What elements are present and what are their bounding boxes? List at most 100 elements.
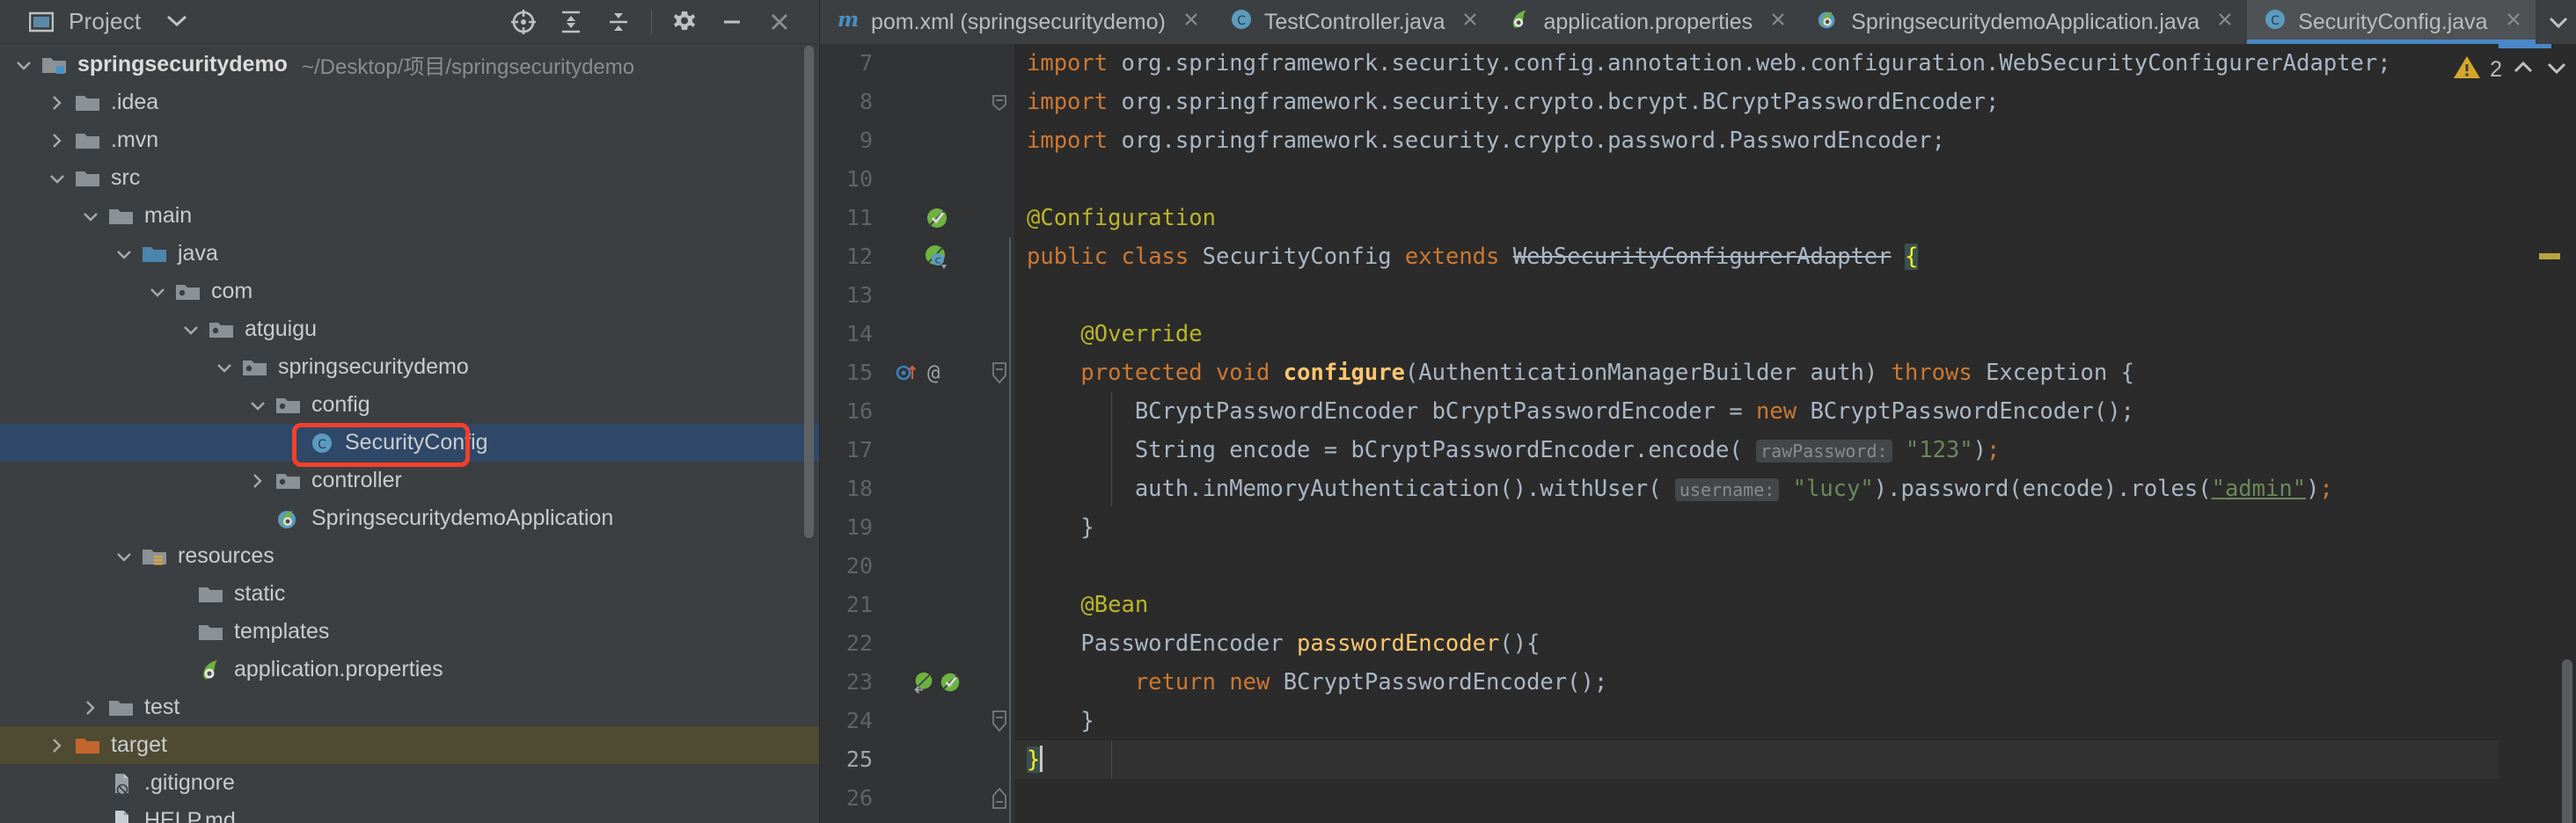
chevron-right-icon[interactable] <box>77 699 104 717</box>
close-icon[interactable] <box>1460 10 1480 35</box>
locate-icon[interactable] <box>500 0 547 44</box>
chevron-down-icon[interactable] <box>11 59 37 71</box>
tree-item-src[interactable]: src <box>0 159 819 197</box>
svg-text:C: C <box>318 438 326 452</box>
gear-icon[interactable] <box>661 0 708 44</box>
spring-config-class-icon[interactable]: C <box>890 237 983 276</box>
expand-all-icon[interactable] <box>547 0 595 44</box>
tab-springsecuritydemoapplication-java[interactable]: SpringsecuritydemoApplication.java <box>1800 0 2247 44</box>
tab-pom-xml[interactable]: m pom.xml (springsecuritydemo) <box>820 0 1213 44</box>
collapse-all-icon[interactable] <box>595 0 642 44</box>
tree-item-mvn[interactable]: .mvn <box>0 121 819 159</box>
tree-item-label: .idea <box>111 90 158 115</box>
tree-item-resources[interactable]: resources <box>0 537 819 575</box>
tree-item-application-properties[interactable]: application.properties <box>0 651 819 688</box>
code-folding-column[interactable] <box>983 44 1014 823</box>
java-class-icon: C <box>304 430 340 456</box>
chevron-down-icon[interactable] <box>178 324 204 336</box>
code-line-9: import org.springframework.security.cryp… <box>1014 121 2499 160</box>
chevron-down-icon[interactable] <box>211 361 238 374</box>
bean-gutter-icons[interactable] <box>890 663 983 702</box>
chevron-down-icon[interactable] <box>144 286 171 298</box>
tree-item-static[interactable]: static <box>0 575 819 613</box>
project-tool-window: Project <box>0 0 820 823</box>
tree-item-springsecuritydemo-package[interactable]: springsecuritydemo <box>0 348 819 386</box>
line-number-current: 25 <box>820 740 890 779</box>
tree-item-java[interactable]: java <box>0 235 819 273</box>
close-icon[interactable] <box>756 0 803 44</box>
code-line-14: @Override <box>1014 315 2499 353</box>
chevron-right-icon[interactable] <box>44 737 70 754</box>
fold-method-end-icon[interactable] <box>988 779 1011 818</box>
tree-item-springsecuritydemoapplication[interactable]: SpringsecuritydemoApplication <box>0 499 819 537</box>
chevron-right-icon[interactable] <box>245 472 271 490</box>
chevron-down-icon[interactable] <box>2544 59 2569 80</box>
close-icon[interactable] <box>2215 10 2235 35</box>
tree-item-main[interactable]: main <box>0 197 819 235</box>
class-scope-line <box>1009 237 1011 823</box>
warning-triangle-icon[interactable] <box>2453 55 2481 84</box>
tree-item-idea[interactable]: .idea <box>0 84 819 121</box>
tree-item-springsecuritydemo[interactable]: springsecuritydemo ~/Desktop/项目/springse… <box>0 46 819 84</box>
code-line-21: @Bean <box>1014 586 2499 624</box>
tab-label: SecurityConfig.java <box>2298 11 2487 33</box>
gutter-icon-column[interactable]: C @ <box>890 44 983 823</box>
project-scrollbar[interactable] <box>803 44 814 823</box>
chevron-down-icon[interactable] <box>2536 0 2576 44</box>
tree-item-target[interactable]: target <box>0 726 819 764</box>
tab-securityconfig-java[interactable]: C SecurityConfig.java <box>2247 0 2535 44</box>
inspection-marker-warning[interactable] <box>2539 253 2560 259</box>
line-number: 20 <box>820 547 890 586</box>
code-editor[interactable]: 7 8 9 10 11 12 13 14 15 16 17 18 19 20 2… <box>820 44 2576 823</box>
line-number-gutter: 7 8 9 10 11 12 13 14 15 16 17 18 19 20 2… <box>820 44 890 823</box>
inspection-status[interactable]: 2 <box>2499 55 2576 84</box>
close-icon[interactable] <box>2504 10 2523 35</box>
toolbar-divider <box>651 10 652 34</box>
editor-scrollbar-thumb[interactable] <box>2562 659 2572 823</box>
package-icon <box>238 356 273 379</box>
tab-application-properties[interactable]: application.properties <box>1492 0 1800 44</box>
chevron-down-icon[interactable] <box>111 550 137 563</box>
spring-properties-icon <box>194 657 229 683</box>
chevron-right-icon[interactable] <box>44 132 70 149</box>
chevron-up-icon[interactable] <box>2511 59 2536 80</box>
tree-item-templates[interactable]: templates <box>0 613 819 651</box>
chevron-down-icon[interactable] <box>44 172 70 185</box>
override-method-icon[interactable]: @ <box>890 353 983 392</box>
tab-label: pom.xml (springsecuritydemo) <box>871 11 1166 33</box>
spring-bean-checked-icon[interactable] <box>890 199 983 237</box>
spring-class-icon <box>1816 7 1841 38</box>
tree-item-com[interactable]: com <box>0 273 819 310</box>
tree-item-securityconfig[interactable]: C SecurityConfig <box>0 424 819 462</box>
tree-item-help-md[interactable]: MD HELP.md <box>0 802 819 823</box>
code-line-11: @Configuration <box>1014 199 2499 237</box>
tree-item-gitignore[interactable]: .gitignore <box>0 764 819 802</box>
chevron-down-icon[interactable] <box>111 248 137 260</box>
project-scrollbar-thumb[interactable] <box>804 46 814 538</box>
chevron-down-icon[interactable] <box>165 13 188 31</box>
tree-item-atguigu[interactable]: atguigu <box>0 310 819 348</box>
code-line-17: String encode = bCryptPasswordEncoder.en… <box>1014 431 2499 470</box>
inspection-sidebar[interactable]: 2 <box>2499 44 2576 823</box>
code-text-area[interactable]: import org.springframework.security.conf… <box>1014 44 2499 823</box>
fold-imports-icon[interactable] <box>988 83 1011 121</box>
indent-guide <box>1111 740 1112 779</box>
project-tree[interactable]: springsecuritydemo ~/Desktop/项目/springse… <box>0 44 819 823</box>
folder-icon <box>70 91 106 114</box>
tree-item-label: target <box>111 732 167 758</box>
tree-item-test[interactable]: test <box>0 688 819 726</box>
close-icon[interactable] <box>1768 10 1788 35</box>
fold-method-passwordencoder-icon[interactable] <box>988 702 1011 740</box>
code-line-24: } <box>1014 702 2499 740</box>
tree-item-controller[interactable]: controller <box>0 462 819 499</box>
tab-testcontroller-java[interactable]: C TestController.java <box>1213 0 1493 44</box>
code-line-26 <box>1014 779 2499 818</box>
fold-method-configure-icon[interactable] <box>988 353 1011 392</box>
minimize-icon[interactable] <box>708 0 756 44</box>
tree-item-config[interactable]: config <box>0 386 819 424</box>
close-icon[interactable] <box>1182 10 1201 35</box>
chevron-right-icon[interactable] <box>44 94 70 112</box>
chevron-down-icon[interactable] <box>77 210 104 222</box>
svg-text:C: C <box>1237 14 1246 28</box>
chevron-down-icon[interactable] <box>245 399 271 412</box>
